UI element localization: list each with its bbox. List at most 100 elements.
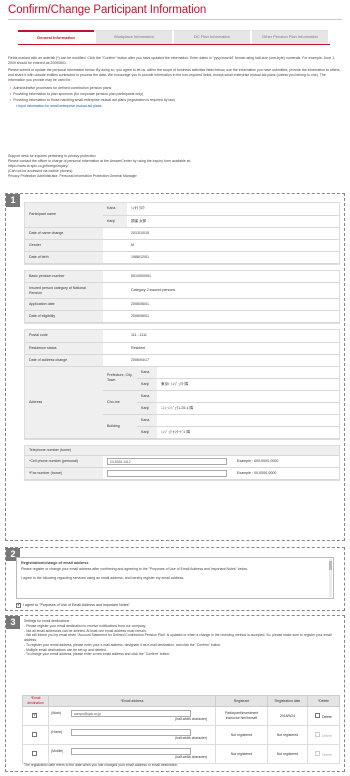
email-type-label: (Home)	[51, 730, 63, 735]
residence-status-value: Resident	[103, 342, 339, 355]
email-input-mobile[interactable]	[71, 748, 191, 756]
privacy-line: Privacy Protection Administrator: Person…	[8, 174, 137, 179]
postal-code-value: 111 - 1111	[103, 330, 339, 343]
application-date-label: Application date	[25, 298, 103, 311]
building-label: Building	[103, 414, 137, 439]
column-header-registrant: Registrant	[215, 695, 268, 707]
registration-date-value: 2018/5/24	[267, 706, 308, 726]
bullet-icon: ▪	[10, 91, 12, 96]
delete-checkbox-mobile: Delete	[307, 744, 340, 764]
address-group: Postal code 111 - 1111 Residence status …	[24, 329, 340, 440]
email-input-home[interactable]	[71, 729, 191, 737]
agree-checkbox[interactable]	[16, 602, 21, 609]
title-divider	[8, 19, 342, 20]
privacy-notice: Support desk for inquires pertaining to …	[8, 154, 342, 179]
date-of-birth-label: Date of birth	[25, 251, 103, 264]
scrollbar-thumb[interactable]	[329, 561, 332, 570]
notes-line: - We will inform you by email when "Acco…	[24, 633, 332, 643]
notes-line: - To change your email address, please e…	[24, 652, 171, 657]
date-of-eligibility-label: Date of eligibility	[25, 310, 103, 323]
bullet-icon: ▪	[10, 98, 12, 103]
destination-checkbox-mobile[interactable]	[32, 750, 37, 756]
column-header-destination: *Email destination	[22, 695, 49, 707]
prefecture-kana-value	[157, 366, 339, 379]
destination-checkbox-home[interactable]	[32, 731, 37, 737]
agree-label: I agree to "Purposes of Use of Email Add…	[23, 603, 130, 608]
registrant-value: Not registered	[215, 725, 268, 745]
tab-bar: General Information Workplace Informatio…	[18, 30, 330, 44]
gender-value: M	[103, 239, 339, 252]
date-of-name-change-value: 2013/10/15	[103, 227, 339, 240]
column-header-registration-date: Registration date	[267, 695, 308, 707]
phone-group: Telephone number (home) *Cell phone numb…	[24, 444, 340, 481]
residence-status-label: Residence status	[25, 342, 103, 355]
tab-dc-plan-information[interactable]: DC Plan Information	[174, 30, 250, 44]
cell-phone-label: *Cell phone number (personal)	[25, 455, 103, 468]
list-item: ▪ Administrative processes for defined co…	[10, 85, 112, 90]
participant-name-label: Participant name	[25, 203, 103, 228]
email-hint: (half-width character)	[175, 755, 207, 760]
name-kanji-value: 損保 太郎	[127, 215, 339, 228]
tab-general-information[interactable]: General Information	[18, 30, 94, 44]
intro-paragraph-2: Please submit or update the personal inf…	[8, 68, 341, 82]
column-header-email: *Email address	[48, 695, 216, 707]
prefecture-kanji-value: 東京ﾄ ｼﾝｼﾞｭｸｸ 隣	[157, 378, 339, 391]
cell-phone-example: Example : 000-0000-0000	[233, 455, 339, 468]
registration-date-value: Not registered	[267, 744, 308, 764]
section-number: 3	[6, 616, 20, 629]
kanji-label: Kanji	[137, 426, 157, 439]
page-title: Confirm/Change Participant Information	[8, 4, 207, 16]
address-label: Address	[25, 366, 103, 439]
basic-pension-number-label: Basic pension number	[25, 270, 103, 283]
list-item: ▪ Providing information to plan sponsors …	[10, 91, 144, 96]
kanji-label: Kanji	[137, 402, 157, 415]
email-input-work[interactable]: sompo@sjdc.co.jp	[71, 710, 191, 718]
delete-checkbox-work[interactable]: Delete	[307, 706, 340, 726]
agree-checkbox-row[interactable]: I agree to "Purposes of Use of Email Add…	[16, 602, 130, 609]
delete-checkbox-home: Delete	[307, 725, 340, 745]
list-item: ▪ Providing information to those handling…	[10, 98, 175, 103]
date-of-birth-value: 1986/12/01	[103, 251, 339, 264]
delete-checkbox-icon	[315, 750, 321, 756]
date-of-address-change-label: Date of address change	[25, 354, 103, 367]
email-table: *Email destination *Email address Regist…	[22, 695, 340, 764]
tab-workplace-information[interactable]: Workplace Information	[96, 30, 172, 44]
fax-number-label: *Fax number (home)	[25, 467, 103, 480]
bullet-icon: ▪	[10, 85, 12, 90]
kana-label: Kana	[137, 414, 157, 427]
cell-phone-input[interactable]: 03-5326-1412	[107, 458, 227, 465]
delete-checkbox-icon	[315, 731, 321, 737]
email-settings-notes: Settings for email destinations - Please…	[24, 619, 342, 657]
registration-date-note: The registration date refers to the date…	[24, 763, 179, 768]
postal-code-label: Postal code	[25, 330, 103, 343]
registrant-value: Not registered	[215, 744, 268, 764]
basic-pension-number-value: 0010000001	[103, 270, 339, 283]
destination-checkbox-work[interactable]	[32, 712, 37, 718]
tab-underline	[18, 44, 330, 45]
small-enterprise-link[interactable]: • Input information for small enterprise…	[10, 104, 342, 109]
kana-label: Kana	[137, 366, 157, 379]
application-date-value: 2006/06/01	[103, 298, 339, 311]
tab-other-pension-plan-information[interactable]: Other Pension Plan Information	[252, 30, 328, 44]
date-of-address-change-value: 2006/04/17	[103, 354, 339, 367]
email-terms-scrollbox[interactable]: Registration/change of email address Ple…	[16, 557, 334, 599]
building-kana-value	[157, 414, 339, 427]
registrant-value: Participant/investment instructor him/he…	[215, 706, 268, 726]
fax-number-input[interactable]	[107, 470, 227, 477]
email-terms-text: I agree to the following regarding servi…	[21, 575, 185, 580]
kana-label: Kana	[137, 390, 157, 403]
chome-kana-value	[157, 390, 339, 403]
insured-category-label: Insured person category of National Pens…	[25, 282, 103, 299]
prefecture-label: Prefecture, City, Town	[103, 366, 137, 391]
fax-number-example: Example : 00-0000-0000	[233, 467, 339, 480]
kana-label: Kana	[103, 203, 127, 216]
registration-date-value: Not registered	[267, 725, 308, 745]
scrollbar[interactable]	[329, 559, 332, 597]
date-of-eligibility-value: 2006/06/01	[103, 310, 339, 323]
email-hint: (half-width character)	[175, 736, 207, 741]
section-email-destinations: 3 Settings for email destinations - Plea…	[5, 615, 345, 772]
insured-category-value: Category 2 insured persons	[103, 282, 339, 299]
building-kanji-value: ｼﾝｼﾞｭｸ ｾﾝﾀｰﾋﾞﾙ 隣	[157, 426, 339, 439]
delete-checkbox-icon[interactable]	[315, 712, 321, 718]
name-group: Participant name Kana ｼﾝﾀｸ ﾀﾛｳ Kanji 損保 …	[24, 202, 340, 265]
